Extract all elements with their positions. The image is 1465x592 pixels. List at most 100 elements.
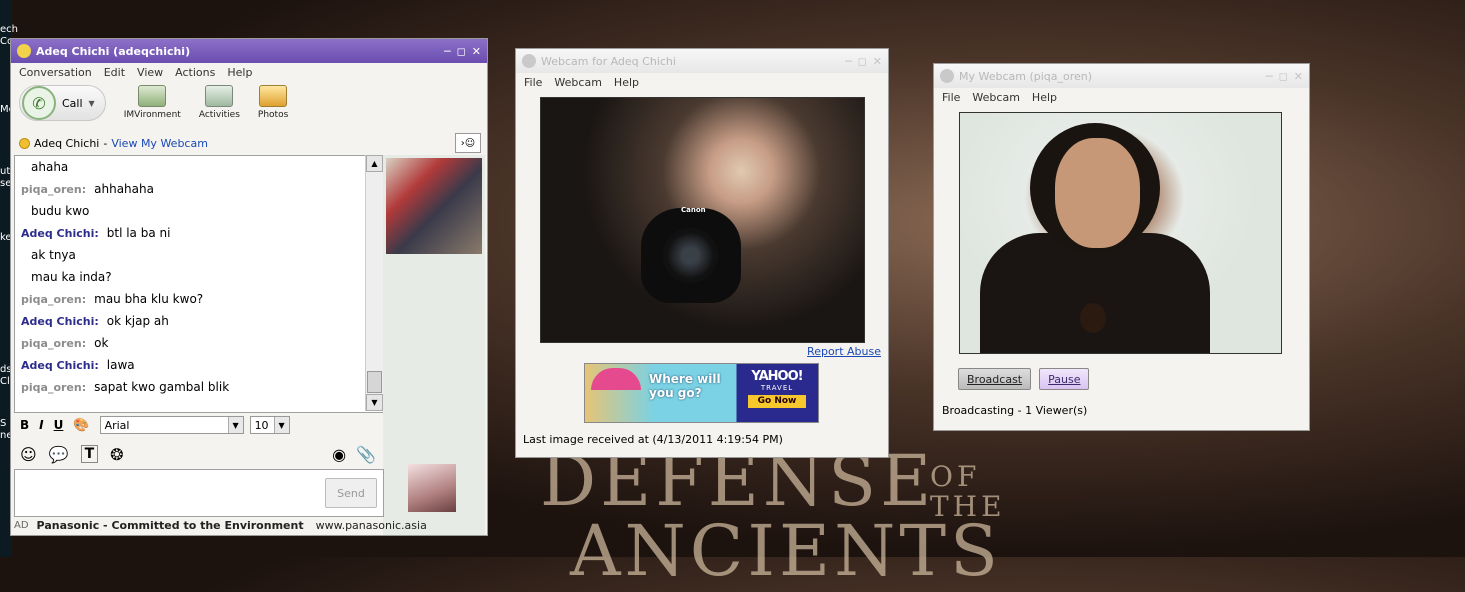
- scroll-down-icon[interactable]: ▼: [366, 394, 383, 411]
- message-row: piqa_oren: sapat kwo gambal blik: [15, 376, 383, 398]
- message-scrollbar[interactable]: ▲ ▼: [365, 155, 383, 411]
- my-webcam-titlebar[interactable]: My Webcam (piqa_oren) ─ ◻ ✕: [934, 64, 1309, 88]
- video-pendant: [1080, 303, 1106, 333]
- friend-webcam-titlebar[interactable]: Webcam for Adeq Chichi ─ ◻ ✕: [516, 49, 888, 73]
- maximize-icon[interactable]: ◻: [858, 55, 867, 68]
- yahoo-travel-ad[interactable]: Where will you go? YAHOO! TRAVEL Go Now: [584, 363, 819, 423]
- message-text: lawa: [106, 358, 135, 372]
- emoticon-icon[interactable]: ☺: [20, 445, 37, 464]
- menu-view[interactable]: View: [137, 66, 163, 79]
- emoticon-toolbar: ☺ 💬 T ❂ ◉ 📎: [14, 441, 382, 467]
- photos-icon: [259, 85, 288, 107]
- photos-button[interactable]: Photos: [258, 85, 288, 120]
- message-history[interactable]: ahaha piqa_oren: ahhahaha budu kwo Adeq Chic…: [14, 155, 384, 413]
- message-text: ahaha: [31, 160, 69, 174]
- webcam-icon[interactable]: ◉: [332, 445, 346, 464]
- chevron-down-icon[interactable]: ▼: [89, 99, 95, 108]
- maximize-icon[interactable]: ◻: [1279, 70, 1288, 83]
- chat-window: Adeq Chichi (adeqchichi) ─ ◻ ✕ Conversat…: [10, 38, 488, 536]
- menu-file[interactable]: File: [524, 76, 542, 89]
- menu-actions[interactable]: Actions: [175, 66, 215, 79]
- my-webcam-title: My Webcam (piqa_oren): [959, 69, 1093, 83]
- broadcast-button[interactable]: Broadcast: [958, 368, 1032, 390]
- webcam-icon: [940, 69, 954, 83]
- report-abuse-link[interactable]: Report Abuse: [807, 345, 881, 358]
- minimize-icon[interactable]: ─: [1266, 70, 1273, 83]
- view-my-webcam-link[interactable]: View My Webcam: [111, 137, 208, 150]
- friend-webcam-title: Webcam for Adeq Chichi: [541, 54, 676, 68]
- contact-name: Adeq Chichi: [34, 136, 100, 150]
- message-input[interactable]: Send: [14, 469, 384, 517]
- message-row: Adeq Chichi: lawa: [15, 354, 383, 376]
- font-size-value: 10: [254, 418, 269, 432]
- chat-window-title: Adeq Chichi (adeqchichi): [36, 44, 191, 58]
- contact-status-line: Adeq Chichi - View My Webcam ›☺: [11, 133, 487, 153]
- ad-text[interactable]: Panasonic - Committed to the Environment: [37, 519, 304, 532]
- chat-titlebar[interactable]: Adeq Chichi (adeqchichi) ─ ◻ ✕: [11, 39, 487, 63]
- message-row: Adeq Chichi: btl la ba ni: [15, 222, 383, 244]
- chevron-down-icon[interactable]: ▼: [227, 417, 243, 433]
- desktop-icon-label: ech: [0, 24, 18, 35]
- camera-brand-text: Canon: [681, 206, 706, 214]
- font-value: Arial: [104, 418, 130, 432]
- messenger-icon: [17, 44, 31, 58]
- ad-bar[interactable]: AD Panasonic - Committed to the Environm…: [14, 517, 484, 533]
- message-row: ak tnya: [15, 244, 383, 266]
- menu-conversation[interactable]: Conversation: [19, 66, 92, 79]
- buzz-icon[interactable]: ❂: [110, 445, 123, 464]
- send-button[interactable]: Send: [325, 478, 377, 508]
- imvironment-button[interactable]: IMVironment: [124, 85, 181, 120]
- audible-icon[interactable]: 💬: [49, 445, 69, 464]
- message-text: budu kwo: [31, 204, 90, 218]
- menu-help[interactable]: Help: [1032, 91, 1057, 104]
- last-image-status: Last image received at (4/13/2011 4:19:5…: [523, 433, 783, 446]
- my-display-image[interactable]: [408, 464, 456, 512]
- palette-icon[interactable]: 🎨: [73, 418, 89, 433]
- font-size-select[interactable]: 10 ▼: [249, 416, 290, 434]
- message-text: ahhahaha: [94, 182, 154, 196]
- imvironment-icon: [138, 85, 167, 107]
- close-icon[interactable]: ✕: [873, 55, 882, 68]
- message-row: Adeq Chichi: ok kjap ah: [15, 310, 383, 332]
- menu-webcam[interactable]: Webcam: [554, 76, 602, 89]
- attachment-icon[interactable]: 📎: [356, 445, 376, 464]
- menu-webcam[interactable]: Webcam: [972, 91, 1020, 104]
- message-text: mau bha klu kwo?: [94, 292, 204, 306]
- menu-file[interactable]: File: [942, 91, 960, 104]
- activities-button[interactable]: Activities: [199, 85, 240, 120]
- menu-help[interactable]: Help: [614, 76, 639, 89]
- ad-url[interactable]: www.panasonic.asia: [316, 519, 427, 532]
- webcam-icon: [522, 54, 536, 68]
- video-figure-face: [1055, 138, 1140, 248]
- menu-help[interactable]: Help: [227, 66, 252, 79]
- close-icon[interactable]: ✕: [472, 45, 481, 58]
- message-sender: Adeq Chichi:: [21, 358, 99, 372]
- yahoo-brand: YAHOO!: [751, 369, 803, 384]
- pause-button[interactable]: Pause: [1039, 368, 1090, 390]
- maximize-icon[interactable]: ◻: [457, 45, 466, 58]
- toggle-display-image-button[interactable]: ›☺: [455, 133, 481, 153]
- chat-menubar: Conversation Edit View Actions Help: [11, 63, 487, 81]
- friend-display-image[interactable]: [386, 158, 482, 254]
- underline-button[interactable]: U: [54, 418, 64, 432]
- minimize-icon[interactable]: ─: [444, 45, 451, 58]
- menu-edit[interactable]: Edit: [104, 66, 125, 79]
- message-row: piqa_oren: mau bha klu kwo?: [15, 288, 383, 310]
- text-format-icon[interactable]: T: [80, 445, 99, 463]
- scroll-up-icon[interactable]: ▲: [366, 155, 383, 172]
- italic-button[interactable]: I: [39, 418, 43, 432]
- friend-webcam-window: Webcam for Adeq Chichi ─ ◻ ✕ File Webcam…: [515, 48, 889, 458]
- go-now-button[interactable]: Go Now: [748, 395, 806, 408]
- close-icon[interactable]: ✕: [1294, 70, 1303, 83]
- minimize-icon[interactable]: ─: [845, 55, 852, 68]
- font-select[interactable]: Arial ▼: [99, 416, 244, 434]
- chevron-down-icon[interactable]: ▼: [273, 417, 289, 433]
- my-webcam-video: [959, 112, 1282, 354]
- wallpaper-text-of: OF: [930, 460, 981, 493]
- chat-toolbar: ✆ Call ▼ IMVironment Activities Photos: [11, 81, 487, 133]
- bold-button[interactable]: B: [20, 418, 29, 432]
- call-button[interactable]: ✆ Call ▼: [19, 85, 106, 121]
- activities-label: Activities: [198, 110, 240, 120]
- scroll-thumb[interactable]: [367, 371, 382, 393]
- ad-tag: AD: [14, 519, 29, 531]
